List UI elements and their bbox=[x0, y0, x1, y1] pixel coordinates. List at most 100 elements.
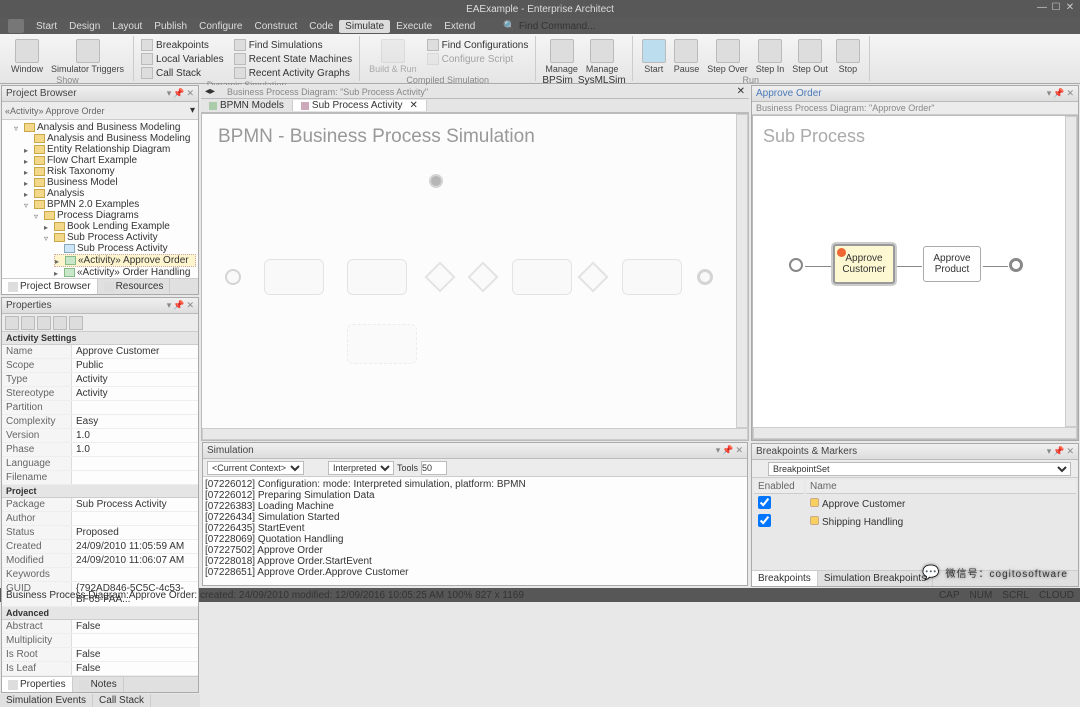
step-over-button[interactable]: Step Over bbox=[704, 38, 751, 75]
v-scrollbar[interactable] bbox=[1065, 116, 1077, 427]
menu-design[interactable]: Design bbox=[63, 20, 106, 33]
find-command[interactable]: 🔍Find Command... bbox=[503, 21, 595, 32]
prop-row[interactable]: StatusProposed bbox=[2, 526, 198, 540]
localvars-button[interactable]: Local Variables bbox=[140, 52, 225, 66]
bpmn-task[interactable] bbox=[622, 259, 682, 295]
nav-icon[interactable]: ◂▸ bbox=[201, 86, 219, 97]
maximize-button[interactable]: ☐ bbox=[1050, 2, 1062, 14]
simulator-triggers-button[interactable]: Simulator Triggers bbox=[48, 38, 127, 75]
bpmn-task[interactable] bbox=[264, 259, 324, 295]
app-icon[interactable] bbox=[8, 19, 24, 33]
menu-extend[interactable]: Extend bbox=[438, 20, 481, 33]
prop-row[interactable]: Version1.0 bbox=[2, 429, 198, 443]
prop-row[interactable]: Filename bbox=[2, 471, 198, 485]
close-diagram-icon[interactable]: ✕ bbox=[733, 86, 749, 97]
simulation-log[interactable]: [07226012] Configuration: mode: Interpre… bbox=[203, 477, 747, 585]
tab-callstack[interactable]: Call Stack bbox=[93, 694, 151, 707]
bp-enabled-checkbox[interactable] bbox=[758, 496, 771, 509]
panel-close-icon[interactable]: ✕ bbox=[186, 88, 194, 99]
pause-button[interactable]: Pause bbox=[671, 38, 703, 75]
bpmn-start-event[interactable] bbox=[225, 269, 241, 285]
findconf-button[interactable]: Find Configurations bbox=[426, 38, 530, 52]
tab-resources[interactable]: Resources bbox=[98, 279, 171, 294]
window-button[interactable]: Window bbox=[8, 38, 46, 75]
interp-select[interactable]: Interpreted bbox=[328, 461, 394, 475]
tab-breakpoints[interactable]: Breakpoints bbox=[752, 571, 818, 586]
sub-approve-customer[interactable]: Approve Customer bbox=[833, 244, 895, 284]
menu-configure[interactable]: Configure bbox=[193, 20, 248, 33]
tab-sim-breakpoints[interactable]: Simulation Breakpoints bbox=[818, 571, 933, 586]
sub-approve-product[interactable]: Approve Product bbox=[923, 246, 981, 282]
confscript-button[interactable]: Configure Script bbox=[426, 52, 530, 66]
prop-row[interactable]: ComplexityEasy bbox=[2, 415, 198, 429]
menu-simulate[interactable]: Simulate bbox=[339, 20, 390, 33]
recentag-button[interactable]: Recent Activity Graphs bbox=[233, 66, 353, 80]
v-scrollbar[interactable] bbox=[736, 114, 748, 428]
prop-row[interactable]: Created24/09/2010 11:05:59 AM bbox=[2, 540, 198, 554]
context-select[interactable]: <Current Context> bbox=[207, 461, 304, 475]
sub-end-event[interactable] bbox=[1009, 258, 1023, 272]
prop-row[interactable]: StereotypeActivity bbox=[2, 387, 198, 401]
start-button[interactable]: Start bbox=[639, 38, 669, 75]
prop-row[interactable]: Is RootFalse bbox=[2, 648, 198, 662]
prop-row[interactable]: Author bbox=[2, 512, 198, 526]
callstack-button[interactable]: Call Stack bbox=[140, 66, 225, 80]
bpmn-gateway[interactable] bbox=[577, 261, 608, 292]
sub-start-event[interactable] bbox=[789, 258, 803, 272]
build-run-button[interactable]: Build & Run bbox=[366, 38, 420, 75]
bpmn-annotation[interactable] bbox=[347, 324, 417, 364]
prop-row[interactable]: TypeActivity bbox=[2, 373, 198, 387]
prop-row[interactable]: Keywords bbox=[2, 568, 198, 582]
prop-row[interactable]: NameApprove Customer bbox=[2, 345, 198, 359]
close-button[interactable]: ✕ bbox=[1064, 2, 1076, 14]
project-tree[interactable]: ▿Analysis and Business Modeling Analysis… bbox=[2, 120, 198, 278]
menu-start[interactable]: Start bbox=[30, 20, 63, 33]
bpmn-task[interactable] bbox=[347, 259, 407, 295]
breakpoint-row[interactable]: Approve Customer bbox=[754, 496, 1076, 512]
sub-canvas[interactable]: Sub Process Approve Customer Approve Pro… bbox=[752, 115, 1078, 440]
panel-dropdown-icon[interactable]: ▾ bbox=[167, 88, 172, 99]
menu-layout[interactable]: Layout bbox=[106, 20, 148, 33]
manage-sysml-button[interactable]: Manage bbox=[583, 38, 622, 75]
main-canvas[interactable]: BPMN - Business Process Simulation bbox=[201, 113, 749, 441]
recentsm-button[interactable]: Recent State Machines bbox=[233, 52, 353, 66]
breakpoints-table[interactable]: EnabledName Approve CustomerShipping Han… bbox=[752, 478, 1078, 532]
speed-input[interactable] bbox=[421, 461, 447, 475]
prop-row[interactable]: ScopePublic bbox=[2, 359, 198, 373]
bpmn-gateway[interactable] bbox=[424, 261, 455, 292]
breadcrumb[interactable]: «Activity» Approve Order bbox=[5, 106, 105, 116]
prop-row[interactable]: Is LeafFalse bbox=[2, 662, 198, 676]
step-out-button[interactable]: Step Out bbox=[789, 38, 831, 75]
prop-row[interactable]: AbstractFalse bbox=[2, 620, 198, 634]
menu-execute[interactable]: Execute bbox=[390, 20, 438, 33]
bpmn-task[interactable] bbox=[512, 259, 572, 295]
tab-project-browser[interactable]: Project Browser bbox=[2, 279, 98, 294]
panel-pin-icon[interactable]: 📌 bbox=[173, 88, 184, 99]
tab-properties[interactable]: Properties bbox=[2, 677, 73, 692]
bpmn-end-event[interactable] bbox=[697, 269, 713, 285]
prop-row[interactable]: Language bbox=[2, 457, 198, 471]
bp-enabled-checkbox[interactable] bbox=[758, 514, 771, 527]
findsim-button[interactable]: Find Simulations bbox=[233, 38, 353, 52]
prop-row[interactable]: Multiplicity bbox=[2, 634, 198, 648]
menu-construct[interactable]: Construct bbox=[248, 20, 303, 33]
prop-row[interactable]: Modified24/09/2010 11:06:07 AM bbox=[2, 554, 198, 568]
bpmn-intermediate-event[interactable] bbox=[429, 174, 443, 188]
prop-row[interactable]: Partition bbox=[2, 401, 198, 415]
h-scrollbar[interactable] bbox=[202, 428, 748, 440]
prop-row[interactable]: PackageSub Process Activity bbox=[2, 498, 198, 512]
menu-code[interactable]: Code bbox=[303, 20, 339, 33]
tab-notes[interactable]: Notes bbox=[73, 677, 124, 692]
menu-publish[interactable]: Publish bbox=[148, 20, 193, 33]
h-scrollbar[interactable] bbox=[753, 427, 1077, 439]
tab-bpmn-models[interactable]: BPMN Models bbox=[201, 100, 293, 111]
breakpoint-row[interactable]: Shipping Handling bbox=[754, 514, 1076, 530]
tab-sub-process[interactable]: Sub Process Activity✕ bbox=[293, 100, 427, 111]
bpmn-gateway[interactable] bbox=[467, 261, 498, 292]
properties-grid[interactable]: Activity Settings NameApprove CustomerSc… bbox=[2, 332, 198, 676]
tab-simulation-events[interactable]: Simulation Events bbox=[0, 694, 93, 707]
stop-button[interactable]: Stop bbox=[833, 38, 863, 75]
manage-bpsim-button[interactable]: Manage bbox=[542, 38, 581, 75]
minimize-button[interactable]: — bbox=[1036, 2, 1048, 14]
step-in-button[interactable]: Step In bbox=[753, 38, 788, 75]
